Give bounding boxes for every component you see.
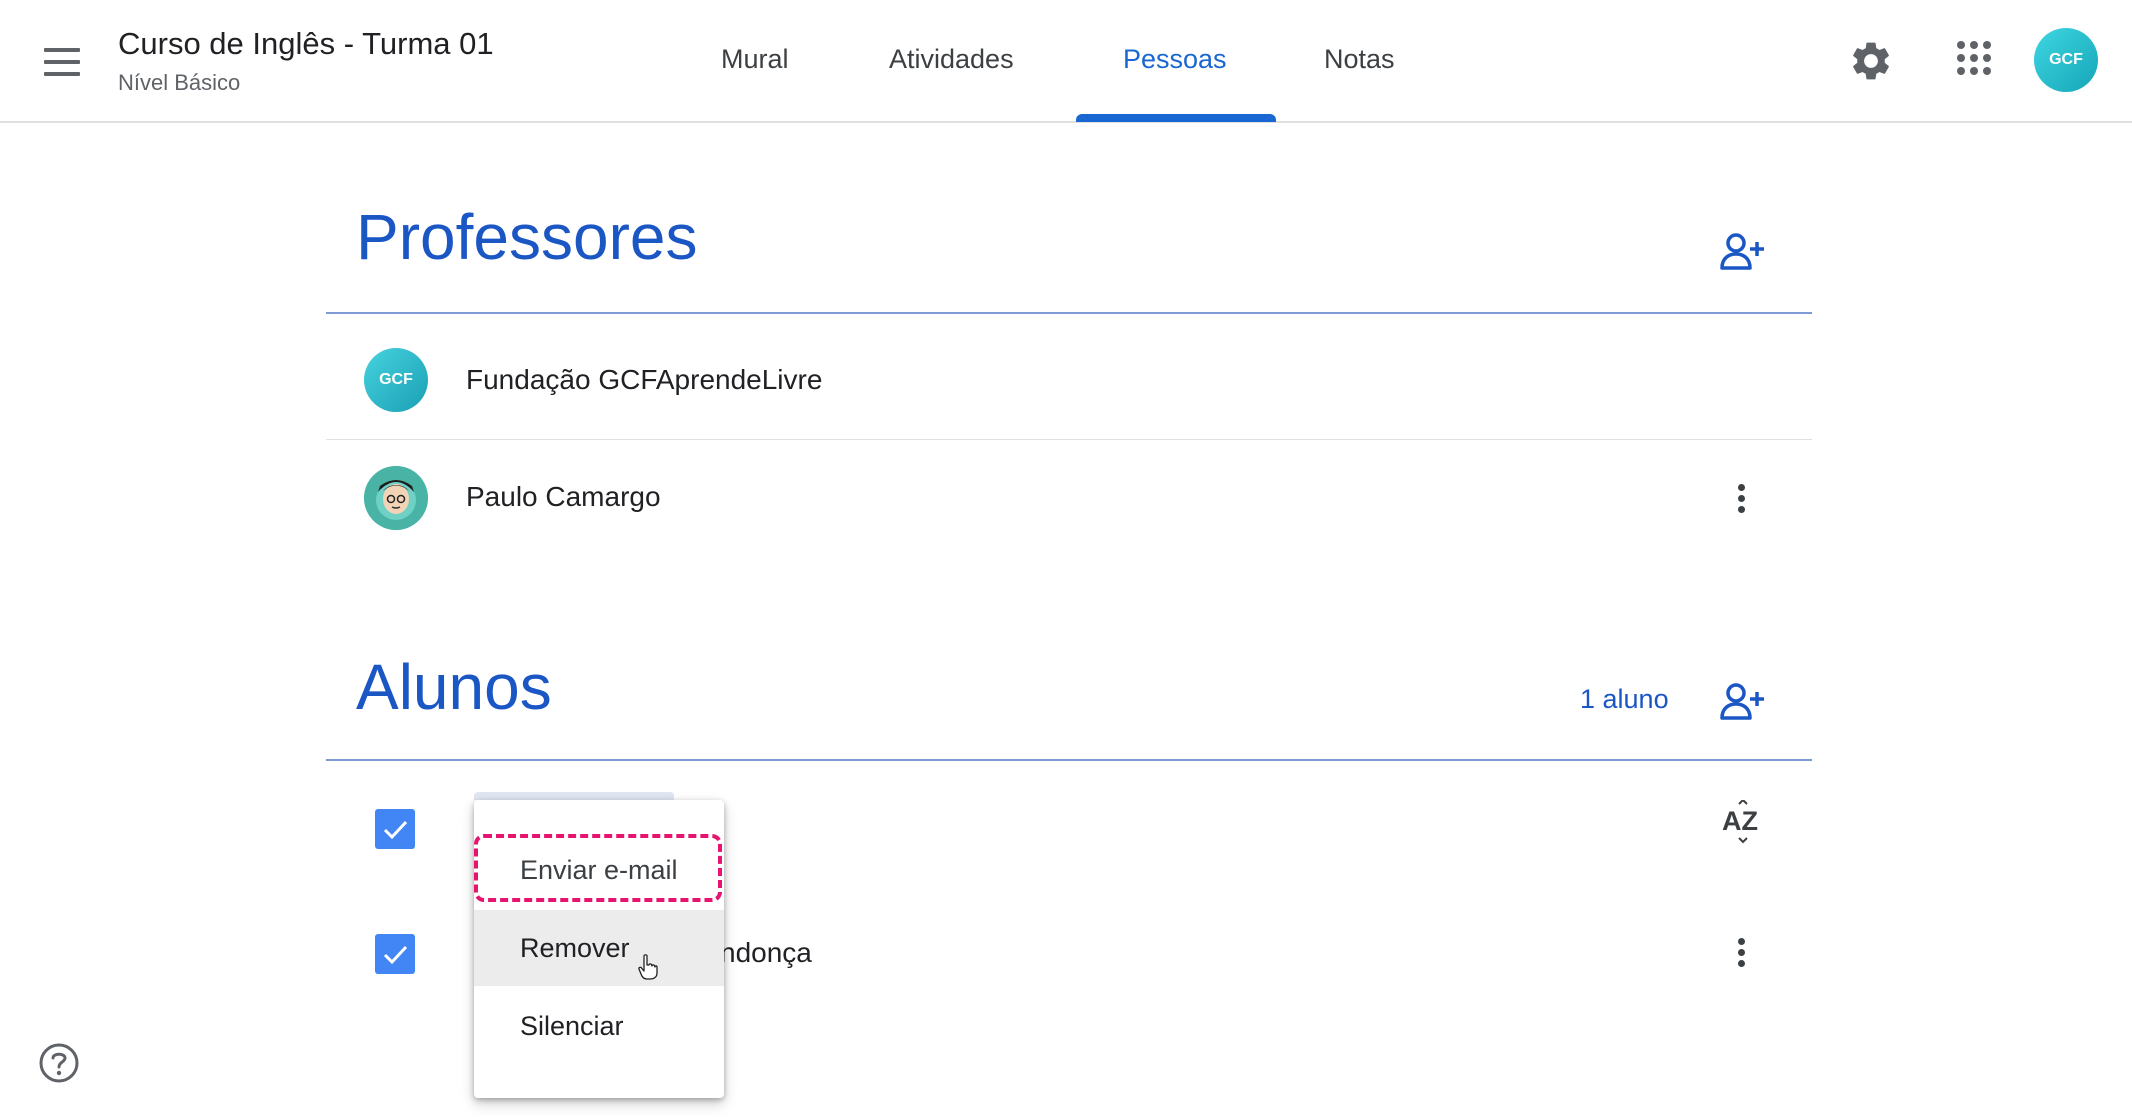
tab-mural[interactable]: Mural <box>721 44 789 75</box>
top-app-bar: Curso de Inglês - Turma 01 Nível Básico … <box>0 0 2132 123</box>
teachers-heading: Professores <box>356 201 698 273</box>
student-name: ndonça <box>720 937 812 968</box>
gear-icon[interactable] <box>1848 38 1894 84</box>
avatar-label: GCF <box>2049 51 2083 68</box>
student-count: 1 aluno <box>1580 684 1669 714</box>
sort-az-icon[interactable]: AZ <box>1720 798 1766 844</box>
teacher-avatar <box>364 466 428 530</box>
teacher-name: Fundação GCFAprendeLivre <box>466 364 823 395</box>
teacher-name: Paulo Camargo <box>466 481 661 512</box>
student-checkbox[interactable] <box>375 934 415 974</box>
more-options-icon[interactable] <box>1722 928 1762 978</box>
teacher-avatar: GCF <box>364 348 428 412</box>
row-divider <box>326 439 1812 440</box>
course-title[interactable]: Curso de Inglês - Turma 01 <box>118 26 494 62</box>
students-divider <box>326 759 1812 761</box>
svg-text:AZ: AZ <box>1722 806 1758 836</box>
help-icon[interactable] <box>38 1042 80 1084</box>
tab-pessoas[interactable]: Pessoas <box>1123 44 1227 75</box>
course-subtitle: Nível Básico <box>118 70 241 95</box>
menu-item-send-email[interactable]: Enviar e-mail <box>474 832 724 908</box>
menu-item-remove[interactable]: Remover <box>474 910 724 986</box>
person-photo-icon <box>364 466 428 530</box>
account-avatar[interactable]: GCF <box>2034 28 2098 92</box>
avatar-label: GCF <box>379 371 413 388</box>
active-tab-indicator <box>1076 114 1276 122</box>
tab-atividades[interactable]: Atividades <box>889 44 1014 75</box>
menu-item-mute[interactable]: Silenciar <box>474 988 724 1064</box>
checkbox-checked-icon <box>383 820 408 840</box>
select-all-checkbox[interactable] <box>375 809 415 849</box>
actions-button[interactable] <box>474 792 674 800</box>
actions-menu: Enviar e-mail Remover Silenciar <box>474 800 724 1098</box>
hamburger-icon[interactable] <box>40 40 84 84</box>
teachers-divider <box>326 312 1812 314</box>
checkbox-checked-icon <box>383 945 408 965</box>
students-heading: Alunos <box>356 651 552 723</box>
add-student-icon[interactable] <box>1720 682 1766 722</box>
apps-grid-icon[interactable] <box>1956 40 1992 76</box>
add-teacher-icon[interactable] <box>1720 232 1766 272</box>
hand-pointer-icon <box>638 954 658 980</box>
more-options-icon[interactable] <box>1722 474 1762 524</box>
tab-notas[interactable]: Notas <box>1324 44 1395 75</box>
